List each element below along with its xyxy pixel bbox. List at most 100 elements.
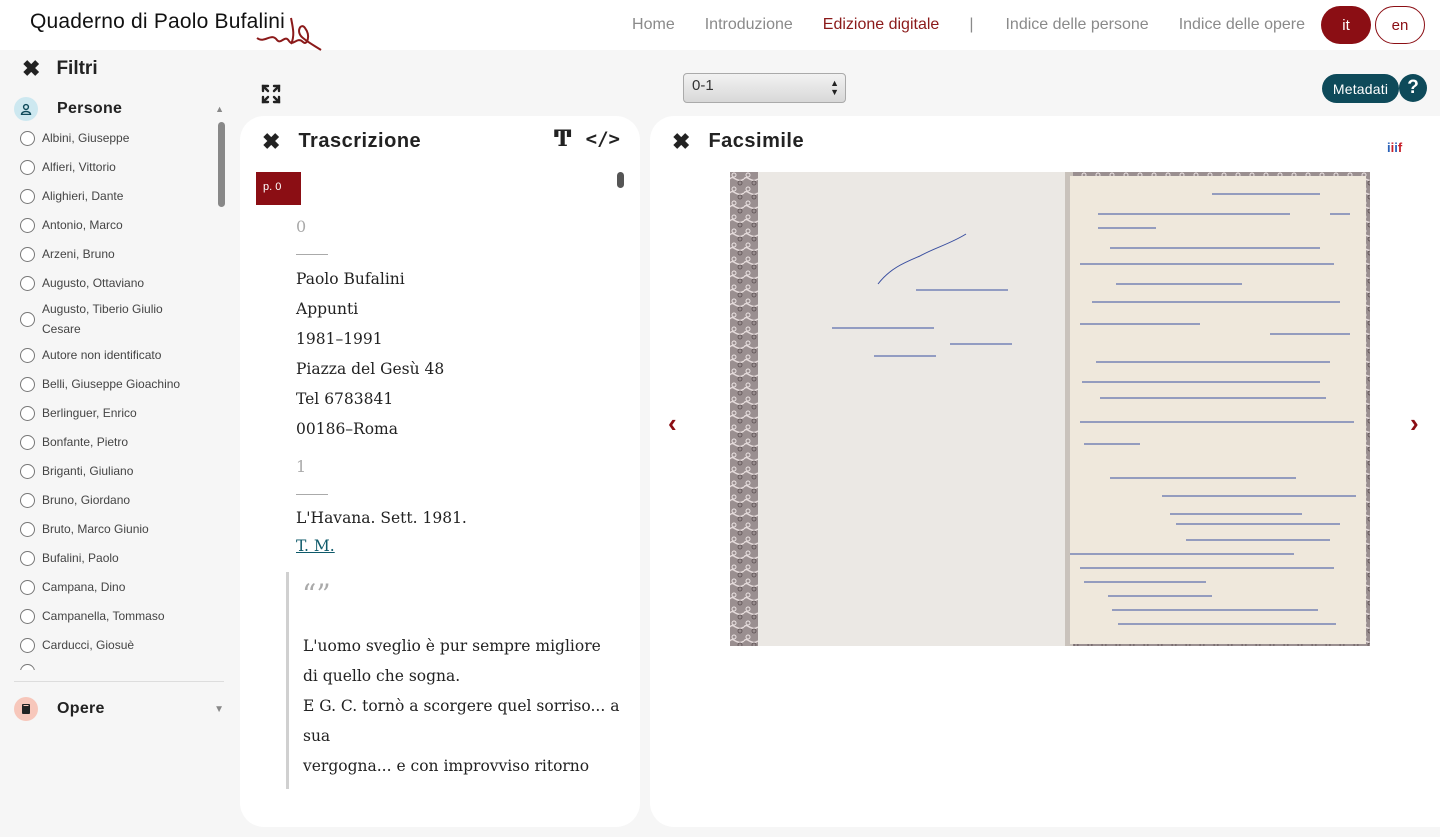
chevron-up-icon[interactable]: ▲: [215, 104, 224, 114]
updown-arrow-icon: ▲ ▼: [830, 78, 839, 97]
quote-line: di quello che sogna.: [303, 667, 461, 685]
radio-button[interactable]: [20, 550, 35, 566]
nav-digital-edition[interactable]: Edizione digitale: [823, 16, 940, 34]
page-select-value: 0-1: [692, 77, 714, 94]
quote-line: sua: [303, 727, 331, 745]
tm-link[interactable]: T. M.: [296, 537, 335, 555]
signature-logo-icon: [256, 17, 322, 51]
persons-list: Albini, Giuseppe Alfieri, Vittorio Aligh…: [0, 122, 228, 670]
close-transcription-icon[interactable]: ✖: [262, 130, 280, 153]
persons-scrollbar[interactable]: [218, 122, 225, 207]
lang-en-button[interactable]: en: [1375, 6, 1425, 44]
facsimile-image[interactable]: [730, 172, 1370, 646]
radio-button[interactable]: [20, 311, 35, 327]
code-icon[interactable]: </>: [586, 128, 620, 150]
book-icon: [14, 697, 38, 721]
works-category-header[interactable]: Opere ▼: [14, 697, 226, 721]
transcription-scrollbar[interactable]: [617, 172, 624, 188]
site-logo-text[interactable]: Quaderno di Paolo Bufalini: [30, 10, 285, 34]
radio-button[interactable]: [20, 492, 35, 508]
list-item[interactable]: Augusto, Tiberio Giulio Cesare: [20, 299, 170, 339]
radio-button[interactable]: [20, 405, 35, 421]
quote-line: E G. C. tornò a scorgere quel sorriso...…: [303, 697, 620, 715]
quote-mark: “”: [302, 578, 331, 611]
radio-button[interactable]: [20, 664, 35, 670]
radio-button[interactable]: [20, 463, 35, 479]
list-item[interactable]: Autore non identificato: [20, 345, 210, 365]
list-item[interactable]: Albini, Giuseppe: [20, 128, 210, 148]
transcription-line: 1981–1991: [296, 330, 383, 348]
radio-button[interactable]: [20, 275, 35, 291]
close-facsimile-icon[interactable]: ✖: [672, 130, 690, 153]
page-badge[interactable]: p. 0: [256, 172, 301, 205]
left-page: [758, 172, 1070, 646]
filters-header: ✖ Filtri: [22, 58, 98, 80]
transcription-line: Appunti: [296, 300, 359, 318]
list-item[interactable]: Alighieri, Dante: [20, 186, 210, 206]
list-item[interactable]: Berlinguer, Enrico: [20, 403, 210, 423]
nav-works-index[interactable]: Indice delle opere: [1179, 16, 1305, 34]
radio-button[interactable]: [20, 159, 35, 175]
nav-home[interactable]: Home: [632, 16, 675, 34]
divider: [14, 681, 224, 682]
page-rule: [296, 494, 328, 495]
transcription-line: Paolo Bufalini: [296, 270, 405, 288]
radio-button[interactable]: [20, 637, 35, 653]
transcription-panel: ✖ Trascrizione Ͳ </> p. 0 0 Paolo Bufali…: [240, 116, 640, 827]
radio-button[interactable]: [20, 217, 35, 233]
radio-button[interactable]: [20, 246, 35, 262]
list-item[interactable]: Campanella, Tommaso: [20, 606, 210, 626]
radio-button[interactable]: [20, 521, 35, 537]
transcription-line: Piazza del Gesù 48: [296, 360, 445, 378]
persons-category-header[interactable]: Persone ▲: [14, 97, 226, 121]
radio-button[interactable]: [20, 347, 35, 363]
lang-it-button[interactable]: it: [1321, 6, 1371, 44]
list-item[interactable]: Augusto, Ottaviano: [20, 273, 210, 293]
expand-icon[interactable]: [261, 84, 281, 110]
radio-button[interactable]: [20, 188, 35, 204]
list-item[interactable]: Carducci, Giosuè: [20, 635, 210, 655]
radio-button[interactable]: [20, 608, 35, 624]
filters-sidebar: ✖ Filtri Persone ▲ Albini, Giuseppe Alfi…: [0, 50, 240, 837]
nav-introduction[interactable]: Introduzione: [705, 16, 793, 34]
list-item[interactable]: Bufalini, Paolo: [20, 548, 210, 568]
quote-line: vergogna... e con improvviso ritorno: [303, 757, 590, 775]
transcription-title: Trascrizione: [298, 130, 422, 152]
list-item[interactable]: Bruto, Marco Giunio: [20, 519, 210, 539]
metadata-button[interactable]: Metadati: [1322, 74, 1399, 103]
filters-title: Filtri: [56, 58, 98, 79]
prev-page-arrow[interactable]: ‹: [668, 408, 677, 439]
right-page: [1070, 176, 1366, 644]
list-item[interactable]: Bruno, Giordano: [20, 490, 210, 510]
radio-button[interactable]: [20, 434, 35, 450]
list-item[interactable]: [20, 664, 210, 670]
person-icon: [14, 97, 38, 121]
list-item[interactable]: Bonfante, Pietro: [20, 432, 210, 452]
facsimile-title: Facsimile: [708, 130, 805, 152]
chevron-down-icon[interactable]: ▼: [214, 704, 224, 715]
main-nav: Home Introduzione Edizione digitale | In…: [632, 0, 1440, 50]
list-item[interactable]: Briganti, Giuliano: [20, 461, 210, 481]
quote-bar: [286, 572, 289, 789]
text-size-icon[interactable]: Ͳ: [554, 126, 572, 152]
close-filters-icon[interactable]: ✖: [22, 58, 40, 80]
iiif-icon[interactable]: iiif: [1387, 140, 1402, 155]
radio-button[interactable]: [20, 579, 35, 595]
page-select[interactable]: 0-1 ▲ ▼: [683, 73, 846, 103]
list-item[interactable]: Belli, Giuseppe Gioachino: [20, 374, 210, 394]
list-item[interactable]: Antonio, Marco: [20, 215, 210, 235]
help-button[interactable]: ?: [1399, 74, 1427, 102]
persons-label: Persone: [57, 100, 123, 117]
facsimile-header: ✖ Facsimile: [672, 130, 804, 153]
list-item[interactable]: Alfieri, Vittorio: [20, 157, 210, 177]
transcription-line: Tel 6783841: [296, 390, 394, 408]
list-item[interactable]: Arzeni, Bruno: [20, 244, 210, 264]
list-item[interactable]: Campana, Dino: [20, 577, 210, 597]
radio-button[interactable]: [20, 130, 35, 146]
radio-button[interactable]: [20, 376, 35, 392]
next-page-arrow[interactable]: ›: [1410, 408, 1419, 439]
nav-separator: |: [969, 16, 974, 33]
nav-persons-index[interactable]: Indice delle persone: [1005, 16, 1148, 34]
page-number: 0: [296, 217, 307, 236]
transcription-line: 00186–Roma: [296, 420, 398, 438]
